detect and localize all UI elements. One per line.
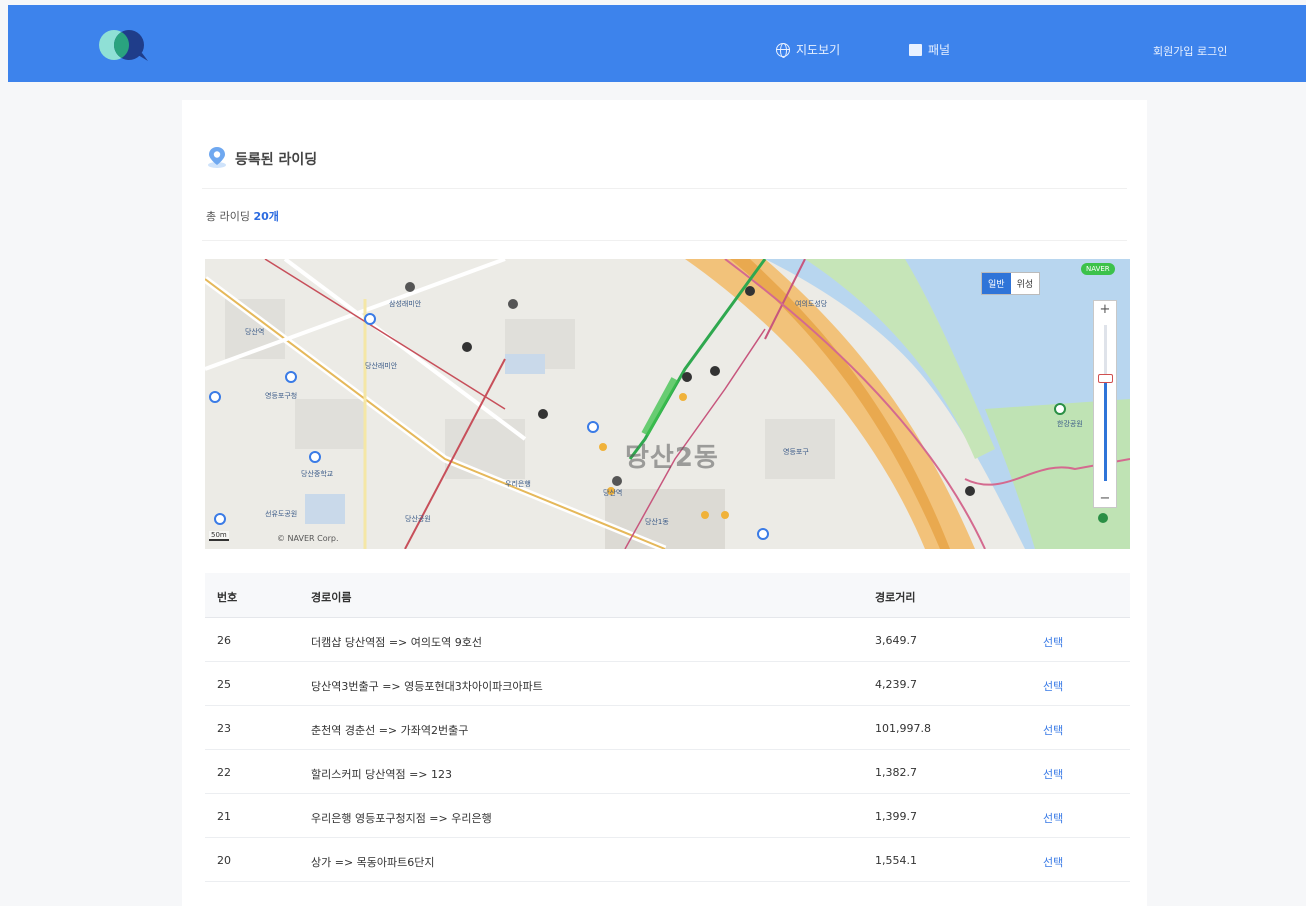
page-title: 등록된 라이딩 <box>235 152 318 168</box>
table-row: 20 상가 => 목동아파트6단지 1,554.1 선택 <box>205 838 1130 882</box>
route-map[interactable]: 당산역 영등포구청 당산중학교 당산래미안 선유도공원 당산공원 삼성래미안 당… <box>205 259 1130 549</box>
map-area-label: 당산2동 <box>625 443 719 473</box>
map-poi-label: 당산래미안 <box>365 362 398 370</box>
row-route-name: 할리스커피 당산역점 => 123 <box>311 768 452 781</box>
row-route-distance: 1,554.1 <box>875 854 917 867</box>
zoom-slider-handle[interactable] <box>1098 374 1113 383</box>
row-number: 21 <box>217 810 231 823</box>
naver-badge: NAVER <box>1081 263 1115 275</box>
map-poi-label: 당산1동 <box>645 518 669 526</box>
logo-icon[interactable] <box>88 27 158 63</box>
map-scale-bar: 50m <box>209 531 229 541</box>
select-link[interactable]: 선택 <box>1043 854 1063 870</box>
row-number: 23 <box>217 722 231 735</box>
row-number: 20 <box>217 854 231 867</box>
zoom-in-button[interactable]: + <box>1094 302 1116 317</box>
map-poi-label: 우리은행 <box>505 480 531 488</box>
header-route-name: 경로이름 <box>311 591 352 604</box>
map-poi-label: 여의도성당 <box>795 300 828 308</box>
row-number: 26 <box>217 634 231 647</box>
row-route-distance: 3,649.7 <box>875 634 917 647</box>
row-route-distance: 101,997.8 <box>875 722 931 735</box>
map-poi-label: 한강공원 <box>1057 420 1083 428</box>
table-row: 22 할리스커피 당산역점 => 123 1,382.7 선택 <box>205 750 1130 794</box>
row-route-distance: 1,382.7 <box>875 766 917 779</box>
map-poi-label: 삼성래미안 <box>389 300 422 308</box>
map-poi-label: 당산역 <box>245 328 265 336</box>
nav-map-view[interactable]: 지도보기 <box>776 41 840 58</box>
divider <box>202 240 1127 241</box>
map-poi-label: 선유도공원 <box>265 510 298 518</box>
map-type-normal[interactable]: 일반 <box>982 273 1011 294</box>
row-route-distance: 4,239.7 <box>875 678 917 691</box>
zoom-out-button[interactable]: − <box>1094 491 1116 506</box>
nav-panel[interactable]: 패널 <box>909 41 950 58</box>
map-poi-label: 당산중학교 <box>301 470 334 478</box>
total-value: 20개 <box>253 210 279 223</box>
map-poi-label: 당산역 <box>603 489 623 497</box>
table-header: 번호 경로이름 경로거리 <box>205 573 1130 618</box>
table-row: 21 우리은행 영등포구청지점 => 우리은행 1,399.7 선택 <box>205 794 1130 838</box>
zoom-control[interactable]: + − <box>1093 300 1117 508</box>
select-link[interactable]: 선택 <box>1043 810 1063 826</box>
map-type-toggle[interactable]: 일반 위성 <box>981 272 1041 295</box>
nav-panel-label: 패널 <box>928 43 951 57</box>
location-pin-icon <box>208 147 226 168</box>
table-row: 23 춘천역 경춘선 => 가좌역2번출구 101,997.8 선택 <box>205 706 1130 750</box>
total-count: 총 라이딩 20개 <box>206 208 279 224</box>
map-poi-label: 당산공원 <box>405 515 431 523</box>
select-link[interactable]: 선택 <box>1043 766 1063 782</box>
nav-map-label: 지도보기 <box>796 43 841 57</box>
globe-icon <box>776 42 790 58</box>
select-link[interactable]: 선택 <box>1043 722 1063 738</box>
row-route-name: 더캠샵 당산역점 => 여의도역 9호선 <box>311 636 482 649</box>
select-link[interactable]: 선택 <box>1043 634 1063 650</box>
map-poi-label: 영등포구청 <box>265 392 298 400</box>
table-row: 26 더캠샵 당산역점 => 여의도역 9호선 3,649.7 선택 <box>205 618 1130 662</box>
table-row: 25 당산역3번출구 => 영등포현대3차아이파크아파트 4,239.7 선택 <box>205 662 1130 706</box>
map-copyright: © NAVER Corp. <box>277 534 339 543</box>
row-route-name: 당산역3번출구 => 영등포현대3차아이파크아파트 <box>311 680 543 693</box>
map-poi-label: 영등포구 <box>783 448 809 456</box>
row-route-name: 상가 => 목동아파트6단지 <box>311 856 435 869</box>
row-route-name: 우리은행 영등포구청지점 => 우리은행 <box>311 812 492 825</box>
map-type-satellite[interactable]: 위성 <box>1011 273 1040 294</box>
row-number: 22 <box>217 766 231 779</box>
zoom-level-fill <box>1104 379 1107 481</box>
row-route-name: 춘천역 경춘선 => 가좌역2번출구 <box>311 724 469 737</box>
header-number: 번호 <box>217 591 238 604</box>
total-label: 총 라이딩 <box>206 210 250 223</box>
header-route-distance: 경로거리 <box>875 591 916 604</box>
top-navbar: 지도보기 패널 회원가입 로그인 <box>8 5 1306 82</box>
select-link[interactable]: 선택 <box>1043 678 1063 694</box>
login-link[interactable]: 회원가입 로그인 <box>1153 43 1227 59</box>
card-icon <box>909 43 922 56</box>
main-card: 등록된 라이딩 총 라이딩 20개 당산역 영등포구청 당산중학교 당산래미안 … <box>182 100 1147 906</box>
map-canvas[interactable] <box>205 259 1130 549</box>
row-route-distance: 1,399.7 <box>875 810 917 823</box>
row-number: 25 <box>217 678 231 691</box>
divider <box>202 188 1127 189</box>
